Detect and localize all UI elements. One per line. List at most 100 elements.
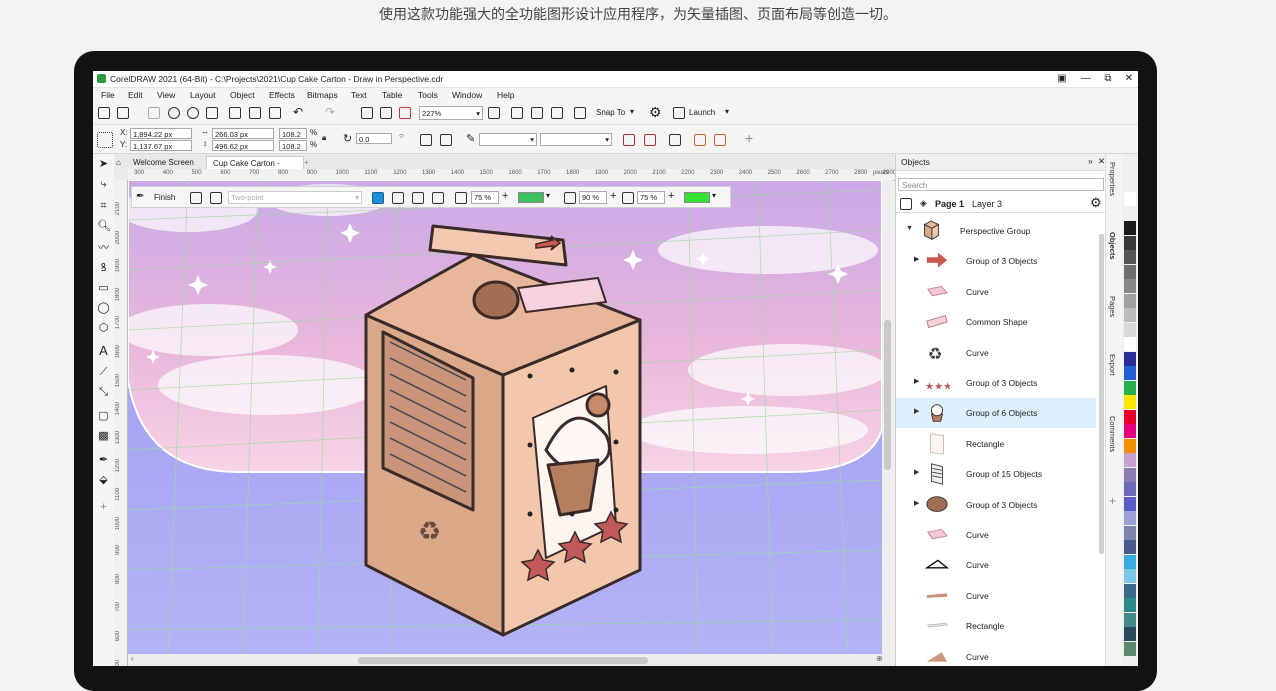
scroll-left-icon[interactable]: ‹ — [131, 654, 134, 663]
color-swatch[interactable] — [1124, 511, 1136, 525]
menu-window[interactable]: Window — [452, 90, 482, 100]
color-swatch[interactable] — [1124, 395, 1136, 409]
menu-tools[interactable]: Tools — [418, 90, 438, 100]
add-icon[interactable]: + — [668, 190, 674, 202]
y-position-input[interactable]: 1,137.67 px — [130, 140, 192, 151]
color-swatch[interactable] — [1124, 221, 1136, 235]
chevron-right-icon[interactable]: ▶ — [914, 499, 919, 507]
color-swatch[interactable] — [1124, 409, 1136, 424]
text-tool-icon[interactable]: A — [97, 344, 110, 357]
color-swatch[interactable] — [1124, 351, 1136, 366]
menu-help[interactable]: Help — [497, 90, 514, 100]
color-swatch[interactable] — [1124, 206, 1136, 221]
drop-shadow-icon[interactable]: ▢ — [97, 410, 110, 423]
object-row[interactable]: Curve — [896, 642, 1096, 666]
zoom-tool-icon[interactable]: 🔍︎ — [97, 220, 111, 233]
color-swatch[interactable] — [1124, 525, 1136, 540]
color-swatch[interactable] — [1124, 366, 1136, 380]
object-row[interactable]: ▶ Group of 3 Objects — [896, 246, 1096, 276]
cloud-download-icon[interactable] — [187, 107, 199, 119]
drawing-canvas[interactable]: ♻ — [128, 180, 882, 654]
maximize-button[interactable]: ⧉ — [1101, 72, 1115, 85]
chevron-down-icon[interactable]: ▾ — [546, 191, 550, 200]
tab-properties[interactable]: Properties — [1108, 162, 1117, 196]
chevron-right-icon[interactable]: ▶ — [914, 468, 919, 476]
chevron-down-icon[interactable]: ▾ — [712, 191, 716, 200]
add-icon[interactable]: + — [745, 130, 753, 146]
new-tab-icon[interactable]: + — [304, 156, 314, 169]
new-document-icon[interactable] — [98, 107, 110, 119]
color-swatch[interactable] — [1124, 554, 1136, 569]
object-row[interactable]: Curve — [896, 550, 1096, 580]
minimize-button[interactable]: — — [1079, 72, 1093, 85]
grid-color-swatch[interactable] — [518, 192, 544, 203]
object-row[interactable]: ▶ ★★★ Group of 3 Objects — [896, 368, 1096, 398]
object-row[interactable]: Rectangle — [896, 611, 1096, 641]
menu-object[interactable]: Object — [230, 90, 255, 100]
cut-icon[interactable] — [229, 107, 241, 119]
tab-welcome-screen[interactable]: Welcome Screen — [127, 156, 209, 169]
collapse-icon[interactable]: » — [1088, 156, 1093, 166]
color-swatch[interactable] — [1124, 337, 1136, 351]
opacity2-input[interactable]: 90 % — [579, 191, 607, 204]
scale-x-input[interactable]: 108.2 — [279, 128, 307, 139]
line-color-swatch[interactable] — [684, 192, 710, 203]
chevron-down-icon[interactable]: ▼ — [906, 225, 913, 232]
color-swatch[interactable] — [1124, 540, 1136, 554]
full-screen-preview-icon[interactable] — [511, 107, 523, 119]
tab-cup-cake-carton[interactable]: Cup Cake Carton - Dra... — [206, 156, 304, 181]
color-swatch[interactable] — [1124, 569, 1136, 583]
snap-to-dropdown[interactable]: Snap To — [596, 108, 625, 117]
object-row[interactable]: Common Shape — [896, 307, 1096, 337]
color-swatch[interactable] — [1124, 641, 1136, 656]
color-swatch[interactable] — [1124, 612, 1136, 627]
line-opacity-icon[interactable] — [564, 192, 576, 204]
pick-tool-icon[interactable]: ➤ — [97, 158, 110, 171]
add-icon[interactable]: + — [502, 190, 508, 202]
parallel-dimension-icon[interactable]: ⟋ — [97, 366, 110, 379]
layer-manager-icon[interactable] — [900, 198, 912, 210]
menu-layout[interactable]: Layout — [190, 90, 216, 100]
chevron-right-icon[interactable]: ▶ — [914, 255, 919, 263]
zoom-to-page-icon[interactable] — [488, 107, 500, 119]
ellipse-tool-icon[interactable]: ◯ — [97, 302, 110, 315]
add-tool-icon[interactable]: + — [97, 501, 110, 514]
gear-icon[interactable]: ⚙ — [1090, 195, 1102, 211]
color-swatch[interactable] — [1124, 279, 1136, 293]
interactive-fill-icon[interactable]: ⬙ — [97, 474, 110, 487]
color-swatch[interactable] — [1124, 438, 1136, 453]
fill-opacity-icon[interactable] — [622, 192, 634, 204]
color-swatch[interactable] — [1124, 496, 1136, 511]
grid-color-icon[interactable] — [372, 192, 384, 204]
plane-ground-icon[interactable] — [432, 192, 444, 204]
grid-opacity-icon[interactable] — [455, 192, 467, 204]
color-swatch[interactable] — [1124, 627, 1136, 641]
open-icon[interactable] — [117, 107, 129, 119]
restore-layout-icon[interactable]: ▣ — [1055, 72, 1069, 85]
menu-text[interactable]: Text — [351, 90, 367, 100]
color-swatch[interactable] — [1124, 453, 1136, 467]
color-swatch[interactable] — [1124, 293, 1136, 308]
rectangle-tool-icon[interactable]: ▭ — [97, 282, 110, 295]
zoom-icon[interactable]: ⊕ — [876, 654, 883, 663]
object-row[interactable]: ♻ Curve — [896, 338, 1096, 368]
gear-icon[interactable]: ⚙ — [649, 104, 662, 121]
pdf-icon[interactable] — [399, 107, 411, 119]
docker-scrollbar[interactable] — [1099, 234, 1104, 554]
color-swatch[interactable] — [1124, 467, 1136, 482]
undo-icon[interactable]: ↶ — [293, 105, 303, 119]
show-grid-icon[interactable] — [551, 107, 563, 119]
redo-icon[interactable]: ↷ — [325, 105, 335, 119]
print-icon[interactable] — [206, 107, 218, 119]
object-row[interactable]: Rectangle — [896, 429, 1096, 459]
vanishing-point-icon[interactable] — [210, 192, 222, 204]
perspective-mode-select[interactable]: Two-point ▾ — [228, 191, 362, 204]
perspective-type-icon[interactable] — [190, 192, 202, 204]
plane-left-icon[interactable] — [392, 192, 404, 204]
layer-label[interactable]: Layer 3 — [972, 199, 1002, 209]
object-origin-icon[interactable] — [97, 132, 113, 148]
to-back-icon[interactable] — [714, 134, 726, 146]
scroll-thumb[interactable] — [358, 657, 648, 664]
line-style-select[interactable]: ▾ — [540, 133, 612, 146]
opacity1-input[interactable]: 75 % — [471, 191, 499, 204]
